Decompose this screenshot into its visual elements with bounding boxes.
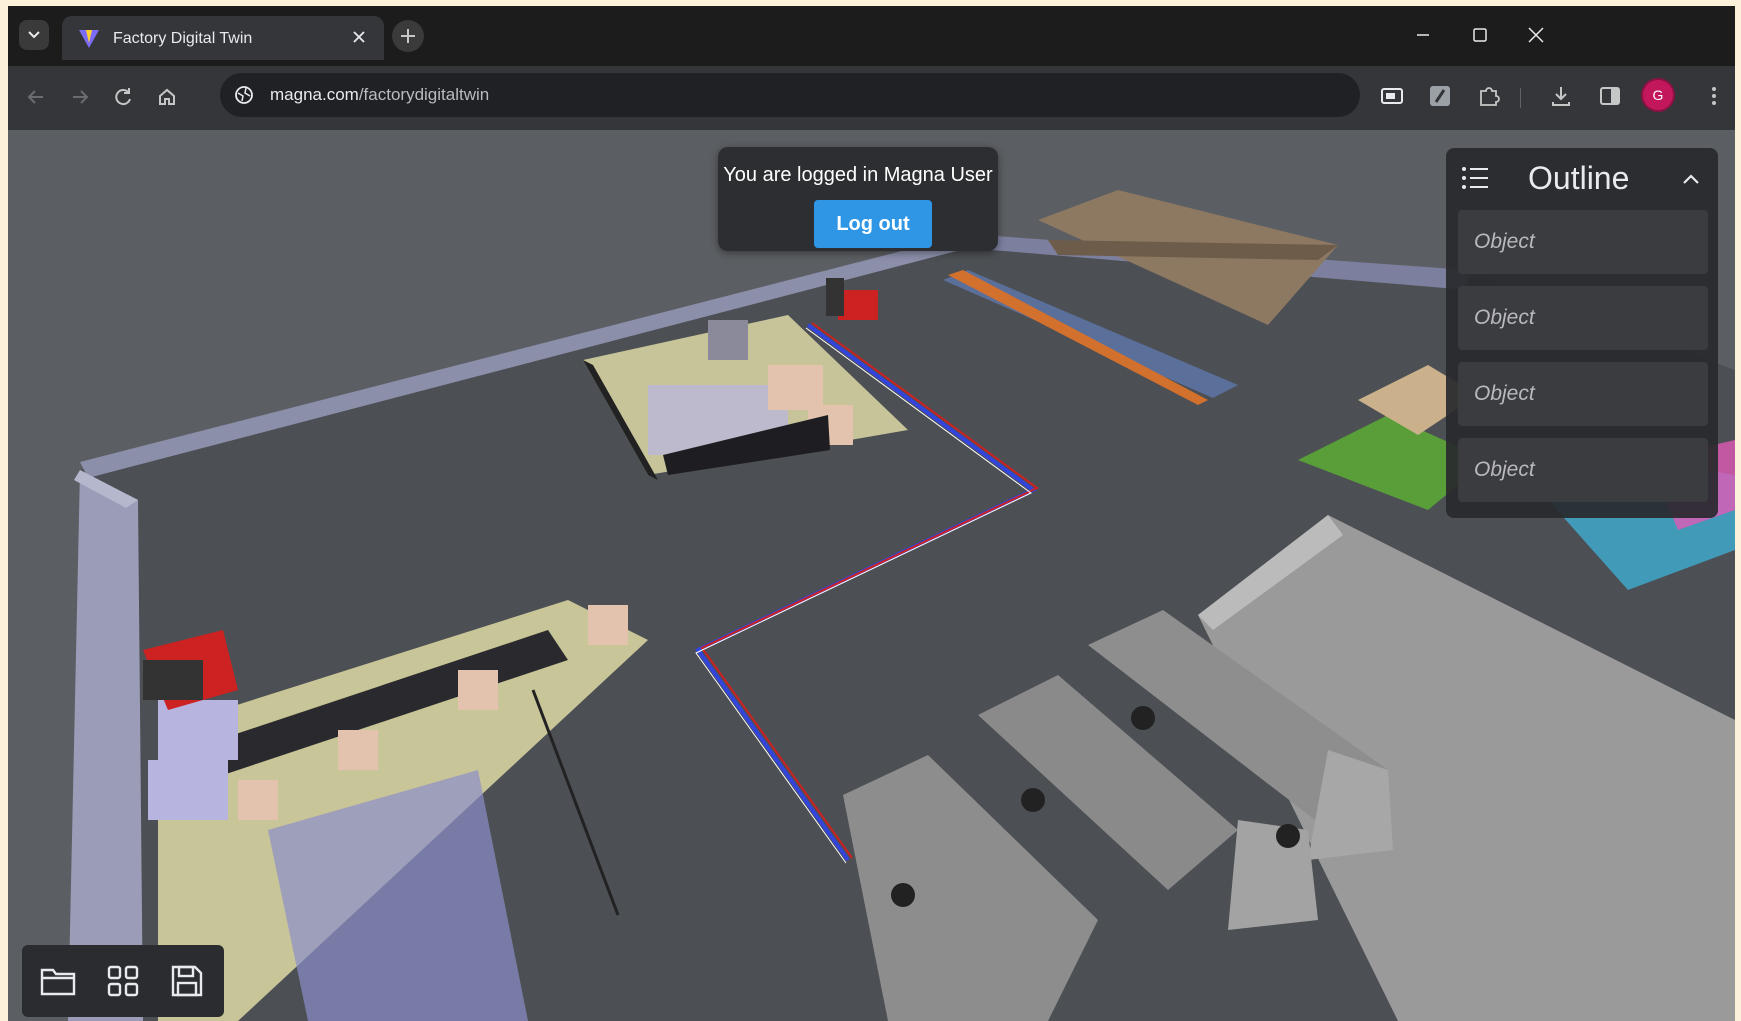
tab-title: Factory Digital Twin bbox=[113, 30, 253, 47]
tab-active[interactable]: Factory Digital Twin bbox=[62, 16, 384, 60]
vite-logo-icon bbox=[79, 30, 99, 48]
tab-strip: Factory Digital Twin bbox=[8, 6, 1735, 66]
minimize-icon[interactable] bbox=[1408, 20, 1438, 50]
plus-icon bbox=[401, 29, 415, 43]
browser-toolbar: magna.com/factorydigitaltwin G bbox=[8, 66, 1735, 130]
new-tab-button[interactable] bbox=[392, 20, 424, 52]
profile-avatar[interactable]: G bbox=[1643, 80, 1673, 110]
url-path: /factorydigitaltwin bbox=[358, 85, 490, 104]
3d-viewport[interactable]: You are logged in Magna User Log out Out… bbox=[8, 130, 1735, 1021]
outline-item-label: Object bbox=[1474, 230, 1535, 253]
left-wall bbox=[68, 470, 143, 1021]
login-popover: You are logged in Magna User Log out bbox=[718, 147, 998, 251]
login-status-text: You are logged in Magna User bbox=[723, 164, 993, 186]
picture-in-picture-icon[interactable] bbox=[1378, 82, 1406, 110]
reload-icon[interactable] bbox=[108, 82, 138, 112]
folder-icon[interactable] bbox=[36, 959, 80, 1003]
outline-item[interactable]: Object bbox=[1458, 362, 1708, 426]
close-icon[interactable] bbox=[348, 26, 370, 48]
puzzle-icon[interactable] bbox=[1475, 82, 1503, 110]
outline-item[interactable]: Object bbox=[1458, 438, 1708, 502]
browser-window: Factory Digital Twin magna.com/factorydi… bbox=[8, 6, 1735, 1021]
outline-item[interactable]: Object bbox=[1458, 210, 1708, 274]
toolbar-divider bbox=[1520, 88, 1521, 108]
url-host: magna.com bbox=[270, 85, 359, 104]
chevron-up-icon[interactable] bbox=[1678, 168, 1704, 190]
bottom-toolbar bbox=[22, 945, 224, 1017]
site-info-icon[interactable] bbox=[234, 85, 254, 105]
grid-icon[interactable] bbox=[101, 959, 145, 1003]
outline-title: Outline bbox=[1528, 160, 1630, 196]
maximize-icon[interactable] bbox=[1465, 20, 1495, 50]
side-panel-icon[interactable] bbox=[1596, 82, 1624, 110]
home-icon[interactable] bbox=[152, 82, 182, 112]
close-window-icon[interactable] bbox=[1521, 20, 1551, 50]
outline-item[interactable]: Object bbox=[1458, 286, 1708, 350]
tab-search-button[interactable] bbox=[19, 20, 49, 50]
extension-icon[interactable] bbox=[1426, 82, 1454, 110]
outline-header[interactable]: Outline bbox=[1446, 148, 1718, 210]
save-icon[interactable] bbox=[165, 959, 209, 1003]
outline-item-label: Object bbox=[1474, 382, 1535, 405]
list-icon bbox=[1462, 167, 1488, 189]
download-icon[interactable] bbox=[1547, 82, 1575, 110]
outline-panel: Outline Object Object Object Object bbox=[1446, 148, 1718, 518]
outline-item-label: Object bbox=[1474, 458, 1535, 481]
forward-icon[interactable] bbox=[65, 82, 95, 112]
back-icon[interactable] bbox=[21, 82, 51, 112]
logout-button[interactable]: Log out bbox=[814, 200, 932, 248]
url-text[interactable]: magna.com/factorydigitaltwin bbox=[270, 85, 489, 105]
outline-item-label: Object bbox=[1474, 306, 1535, 329]
kebab-menu-icon[interactable] bbox=[1700, 82, 1728, 110]
chevron-down-icon bbox=[28, 31, 40, 39]
address-bar[interactable]: magna.com/factorydigitaltwin bbox=[220, 73, 1360, 117]
